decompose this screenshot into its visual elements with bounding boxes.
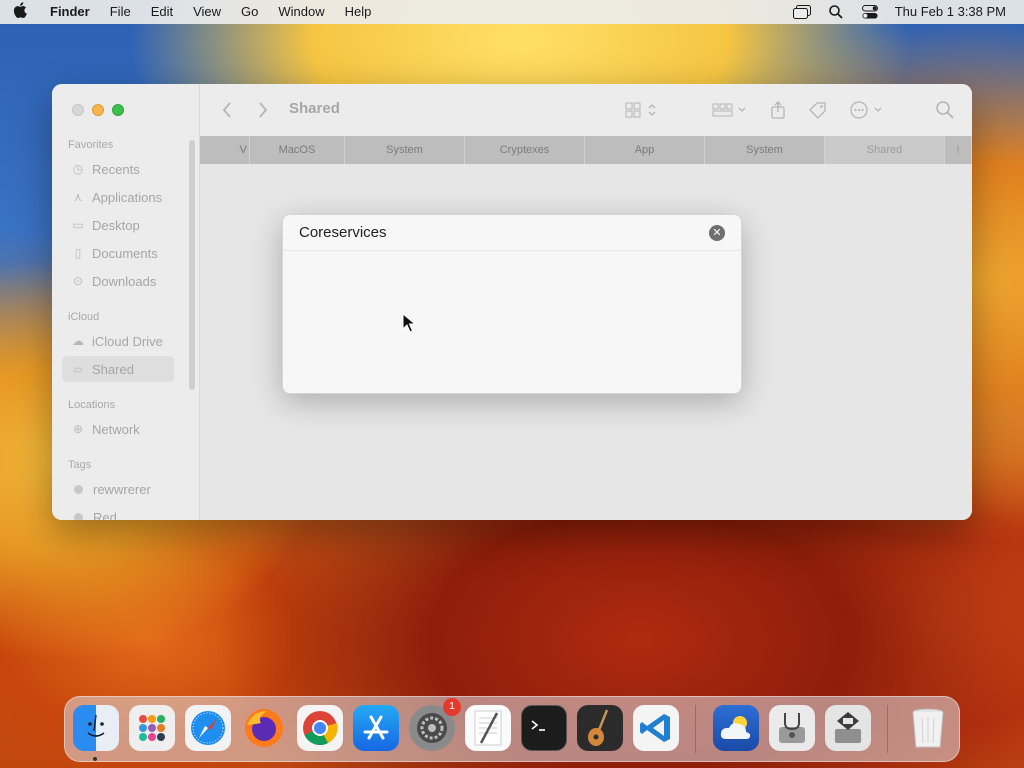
sidebar-item-desktop[interactable]: ▭ Desktop (62, 212, 174, 238)
sidebar-item-shared[interactable]: ▱ Shared (62, 356, 174, 382)
close-icon[interactable]: ✕ (709, 225, 725, 241)
chrome-icon[interactable] (297, 705, 343, 751)
sidebar-section-icloud: iCloud (68, 311, 100, 323)
control-center-icon[interactable] (853, 0, 887, 24)
menu-view[interactable]: View (183, 0, 231, 24)
sidebar-item-label: Downloads (92, 273, 157, 289)
safari-icon[interactable] (185, 705, 231, 751)
sidebar-tag-rewwrerer[interactable]: rewwrerer (62, 476, 174, 502)
sidebar-item-label: Shared (92, 361, 134, 377)
guitar-icon[interactable] (577, 705, 623, 751)
menu-file[interactable]: File (100, 0, 141, 24)
apple-menu-icon[interactable] (0, 2, 40, 22)
more-actions-icon[interactable] (850, 100, 886, 120)
back-icon[interactable] (222, 100, 232, 120)
tag-dot-icon (74, 512, 83, 520)
mouse-cursor-icon (402, 312, 417, 338)
clock-icon: ◷ (72, 162, 84, 176)
search-icon[interactable] (819, 0, 853, 24)
column-header[interactable]: I (945, 136, 972, 164)
view-mode-icon[interactable] (625, 100, 659, 120)
column-path-bar: V MacOS System Cryptexes App System Shar… (200, 136, 972, 164)
column-header[interactable]: MacOS (250, 136, 345, 164)
column-header[interactable]: System (705, 136, 825, 164)
menu-go[interactable]: Go (231, 0, 268, 24)
disk-utility-icon[interactable] (769, 705, 815, 751)
sidebar-tag-red[interactable]: Red (62, 504, 174, 520)
sidebar-item-label: Red (93, 509, 117, 521)
applications-icon: ⋏ (73, 190, 83, 204)
desktop-icon: ▭ (72, 218, 84, 232)
sidebar-item-label: rewwrerer (93, 481, 151, 497)
launchpad-icon[interactable] (129, 705, 175, 751)
sidebar-item-label: iCloud Drive (92, 333, 163, 349)
settings-icon[interactable]: 1 (409, 698, 461, 751)
sidebar-item-label: Applications (92, 189, 163, 205)
dialog-divider (283, 250, 741, 251)
menu-bar: Finder File Edit View Go Window Help Thu… (0, 0, 1024, 24)
search-icon[interactable] (936, 100, 954, 120)
zoom-window-button[interactable] (112, 104, 124, 116)
dock: 1 (64, 696, 960, 762)
finder-toolbar: Shared (200, 84, 972, 136)
coreservices-dialog: Coreservices ✕ (282, 214, 742, 394)
sidebar-item-label: Recents (92, 161, 140, 177)
dock-separator (695, 705, 696, 753)
forward-icon[interactable] (258, 100, 268, 120)
menu-app-name[interactable]: Finder (40, 0, 100, 24)
group-by-icon[interactable] (712, 100, 748, 120)
finder-icon[interactable] (73, 705, 119, 751)
menu-clock[interactable]: Thu Feb 1 3:38 PM (887, 0, 1024, 24)
column-header[interactable]: System (345, 136, 465, 164)
trash-icon[interactable] (905, 705, 951, 751)
sidebar-item-label: Network (92, 421, 140, 437)
vscode-icon[interactable] (633, 705, 679, 751)
sidebar-section-favorites: Favorites (68, 139, 114, 151)
sidebar-item-label: Desktop (92, 217, 140, 233)
notification-badge: 1 (443, 698, 461, 716)
sidebar-item-documents[interactable]: ▯ Documents (62, 240, 174, 266)
window-stack-icon[interactable] (785, 0, 819, 24)
cloud-icon: ☁ (72, 334, 84, 348)
sidebar-section-locations: Locations (68, 399, 116, 411)
download-icon: ⊙ (72, 274, 84, 288)
window-title: Shared (289, 100, 340, 117)
window-controls (72, 104, 124, 116)
close-window-button[interactable] (72, 104, 84, 116)
shared-folder-icon: ▱ (73, 362, 83, 376)
weather-icon[interactable] (713, 705, 759, 751)
dialog-title: Coreservices (299, 224, 387, 241)
sidebar-section-tags: Tags (68, 459, 92, 471)
sidebar-item-label: Documents (92, 245, 158, 261)
app-store-icon[interactable] (353, 705, 399, 751)
terminal-icon[interactable] (521, 705, 567, 751)
minimize-window-button[interactable] (92, 104, 104, 116)
menu-help[interactable]: Help (335, 0, 382, 24)
textedit-icon[interactable] (465, 705, 511, 751)
column-header[interactable]: Shared (825, 136, 945, 164)
tag-dot-icon (74, 484, 83, 494)
bootcamp-icon[interactable] (825, 705, 871, 751)
document-icon: ▯ (74, 246, 82, 260)
column-header[interactable]: App (585, 136, 705, 164)
menu-window[interactable]: Window (268, 0, 334, 24)
share-icon[interactable] (770, 100, 786, 120)
sidebar-item-downloads[interactable]: ⊙ Downloads (62, 268, 174, 294)
finder-running-indicator (93, 757, 97, 761)
sidebar-item-icloud-drive[interactable]: ☁ iCloud Drive (62, 328, 174, 354)
sidebar-item-applications[interactable]: ⋏ Applications (62, 184, 174, 210)
sidebar-item-recents[interactable]: ◷ Recents (62, 156, 174, 182)
firefox-icon[interactable] (241, 705, 287, 751)
column-header[interactable]: V (200, 136, 250, 164)
column-header[interactable]: Cryptexes (465, 136, 585, 164)
sidebar: Favorites ◷ Recents ⋏ Applications ▭ Des… (52, 84, 200, 520)
sidebar-item-network[interactable]: ⊕ Network (62, 416, 174, 442)
dock-separator (887, 705, 888, 753)
globe-icon: ⊕ (72, 422, 84, 436)
sidebar-scrollbar[interactable] (189, 140, 195, 390)
menu-edit[interactable]: Edit (141, 0, 183, 24)
tag-icon[interactable] (808, 100, 828, 120)
